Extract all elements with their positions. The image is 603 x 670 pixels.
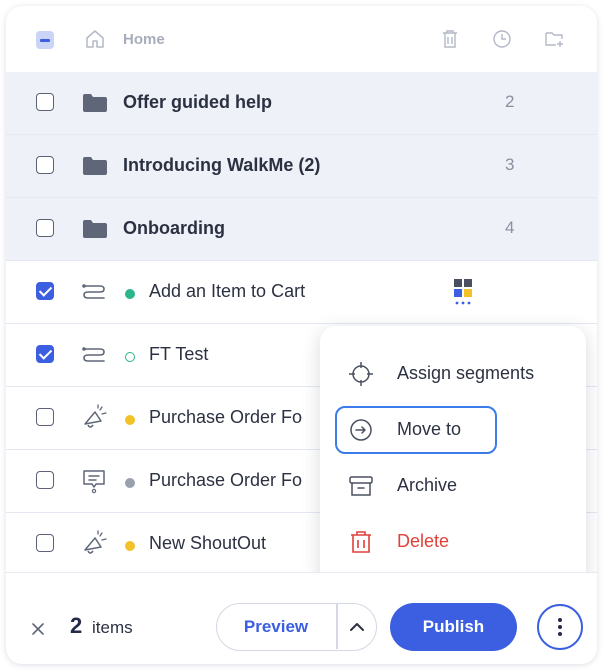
status-dot-modified: [125, 541, 135, 551]
row-checkbox[interactable]: [36, 345, 54, 363]
folder-name: Offer guided help: [123, 92, 273, 112]
menu-item-label: Assign segments: [397, 363, 535, 383]
item-name: Purchase Order Fo: [149, 470, 303, 490]
folder-icon: [83, 157, 107, 175]
select-all-checkbox[interactable]: [36, 31, 54, 49]
list-header: Home: [6, 6, 597, 72]
selection-footer: 2 items Preview Publish: [6, 572, 597, 664]
menu-item-label: Delete: [397, 531, 450, 551]
content-list-panel: Home Offer guided help 2 Introducing Wal…: [6, 6, 597, 664]
row-checkbox[interactable]: [36, 534, 54, 552]
folder-count: 2: [505, 92, 515, 111]
selected-count-label: items: [92, 618, 133, 637]
row-checkbox[interactable]: [36, 219, 54, 237]
folder-row[interactable]: Onboarding 4: [6, 198, 597, 261]
folder-icon: [83, 94, 107, 112]
folder-count: 3: [505, 155, 515, 174]
trash-icon: [351, 531, 371, 553]
menu-item-assign-segments[interactable]: Assign segments: [320, 352, 586, 396]
new-folder-icon[interactable]: [543, 28, 565, 50]
clock-icon[interactable]: [491, 28, 513, 50]
folder-name: Onboarding: [123, 218, 225, 238]
folder-count: 4: [505, 218, 515, 237]
menu-item-label: Archive: [397, 475, 458, 495]
more-vertical-icon: [558, 618, 562, 636]
status-dot-published: [125, 289, 135, 299]
bulk-actions-menu: Assign segments Move to Archive Delete: [320, 326, 586, 588]
home-icon[interactable]: [84, 28, 106, 50]
menu-item-archive[interactable]: Archive: [320, 464, 586, 508]
item-name: FT Test: [149, 344, 209, 364]
trash-icon[interactable]: [439, 28, 461, 50]
publish-button[interactable]: Publish: [390, 603, 517, 651]
row-checkbox[interactable]: [36, 156, 54, 174]
menu-item-delete[interactable]: Delete: [320, 520, 586, 564]
chevron-up-icon[interactable]: [339, 604, 375, 649]
split-divider: [336, 604, 338, 649]
status-dot-archived: [125, 478, 135, 488]
menu-item-move-to[interactable]: Move to: [320, 406, 586, 454]
arrow-circle-icon: [350, 419, 372, 441]
shoutout-icon: [84, 404, 107, 428]
crosshair-icon: [349, 362, 373, 386]
menu-item-label: Move to: [397, 419, 462, 439]
preview-split-button: Preview: [216, 603, 377, 651]
list-item[interactable]: Add an Item to Cart: [6, 261, 597, 324]
item-name: New ShoutOut: [149, 533, 267, 553]
selected-count: 2: [70, 613, 83, 638]
folder-name: Introducing WalkMe (2): [123, 155, 321, 175]
status-dot-modified: [125, 415, 135, 425]
row-checkbox[interactable]: [36, 282, 54, 300]
app-grid-icon: [454, 279, 472, 305]
row-checkbox[interactable]: [36, 93, 54, 111]
item-name: Purchase Order Fo: [149, 407, 303, 427]
smart-walkthru-icon: [82, 347, 105, 362]
folder-row[interactable]: Offer guided help 2: [6, 72, 597, 135]
smart-walkthru-icon: [82, 284, 105, 299]
survey-icon: [83, 470, 105, 494]
status-dot-draft: [125, 352, 135, 362]
close-icon[interactable]: [30, 621, 46, 637]
archive-icon: [349, 476, 373, 496]
folder-row[interactable]: Introducing WalkMe (2) 3: [6, 135, 597, 198]
item-name: Add an Item to Cart: [149, 281, 306, 301]
folder-icon: [83, 220, 107, 238]
shoutout-icon: [84, 530, 107, 554]
row-checkbox[interactable]: [36, 408, 54, 426]
preview-button[interactable]: Preview: [217, 604, 335, 649]
row-checkbox[interactable]: [36, 471, 54, 489]
more-actions-button[interactable]: [537, 604, 583, 650]
breadcrumb-home[interactable]: Home: [123, 31, 165, 48]
